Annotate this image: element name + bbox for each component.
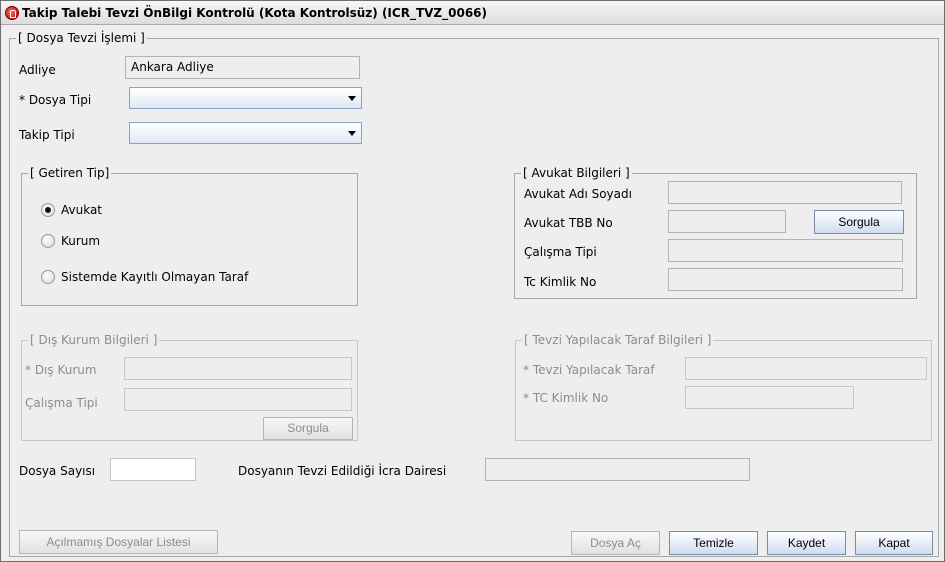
dis-kurum-sorgula-button[interactable]: Sorgula: [263, 417, 353, 440]
dis-kurum-label: * Dış Kurum: [25, 363, 97, 377]
window-title: Takip Talebi Tevzi ÖnBilgi Kontrolü (Kot…: [22, 6, 487, 20]
tevzi-taraf-label: * Tevzi Yapılacak Taraf: [523, 363, 655, 377]
temizle-button[interactable]: Temizle: [669, 531, 758, 555]
kaydet-button[interactable]: Kaydet: [767, 531, 846, 555]
chevron-down-icon[interactable]: [348, 131, 356, 136]
avukat-bilgileri-legend: [ Avukat Bilgileri ]: [521, 166, 632, 180]
dosya-tipi-label: * Dosya Tipi: [19, 93, 92, 107]
avukat-tbb-no-label: Avukat TBB No: [524, 216, 613, 230]
dis-kurum-calisma-tipi-field: [124, 388, 352, 411]
icra-dairesi-label: Dosyanın Tevzi Edildiği İcra Dairesi: [238, 464, 447, 478]
dis-kurum-legend: [ Dış Kurum Bilgileri ]: [28, 333, 160, 347]
dosya-sayisi-input[interactable]: [110, 458, 196, 481]
radio-sistemde-label[interactable]: Sistemde Kayıtlı Olmayan Taraf: [61, 270, 248, 284]
dosya-ac-button[interactable]: Dosya Aç: [571, 531, 660, 555]
title-bar: Takip Talebi Tevzi ÖnBilgi Kontrolü (Kot…: [1, 1, 944, 25]
tevzi-taraf-field: [685, 357, 927, 380]
dosya-sayisi-label: Dosya Sayısı: [19, 464, 96, 478]
radio-kurum-button[interactable]: [41, 234, 55, 248]
avukat-calisma-tipi-label: Çalışma Tipi: [524, 245, 597, 259]
getiren-tip-legend: [ Getiren Tip]: [28, 166, 112, 180]
dosya-tevzi-legend: [ Dosya Tevzi İşlemi ]: [16, 31, 147, 45]
avukat-tbb-no-field[interactable]: [668, 210, 786, 233]
icra-dairesi-field: [485, 458, 750, 481]
takip-tipi-label: Takip Tipi: [19, 128, 75, 142]
adliye-label: Adliye: [19, 63, 56, 77]
adliye-field: Ankara Adliye: [125, 56, 360, 79]
avukat-adi-soyadi-label: Avukat Adı Soyadı: [524, 187, 632, 201]
radio-sistemde-button[interactable]: [41, 270, 55, 284]
dis-kurum-calisma-tipi-label: Çalışma Tipi: [25, 396, 98, 410]
tevzi-tc-kimlik-field: [685, 386, 854, 409]
takip-tipi-combo[interactable]: [129, 122, 362, 144]
tevzi-tc-kimlik-label: * TC Kimlik No: [523, 391, 609, 405]
avukat-adi-soyadi-field: [668, 181, 902, 204]
dis-kurum-field: [124, 357, 352, 380]
avukat-tc-kimlik-label: Tc Kimlik No: [524, 275, 597, 289]
radio-avukat-label[interactable]: Avukat: [61, 203, 102, 217]
tevzi-taraf-legend: [ Tevzi Yapılacak Taraf Bilgileri ]: [522, 333, 714, 347]
acilmamis-dosyalar-button[interactable]: Açılmamış Dosyalar Listesi: [19, 530, 218, 554]
app-icon: [5, 6, 19, 20]
avukat-tc-kimlik-field: [668, 268, 903, 291]
kapat-button[interactable]: Kapat: [855, 531, 933, 555]
radio-avukat-button[interactable]: [41, 203, 55, 217]
chevron-down-icon[interactable]: [348, 96, 356, 101]
dialog-window: Takip Talebi Tevzi ÖnBilgi Kontrolü (Kot…: [0, 0, 945, 562]
avukat-sorgula-button[interactable]: Sorgula: [814, 210, 904, 234]
dosya-tipi-combo[interactable]: [129, 87, 362, 109]
avukat-calisma-tipi-field: [668, 239, 903, 262]
radio-kurum-label[interactable]: Kurum: [61, 234, 100, 248]
